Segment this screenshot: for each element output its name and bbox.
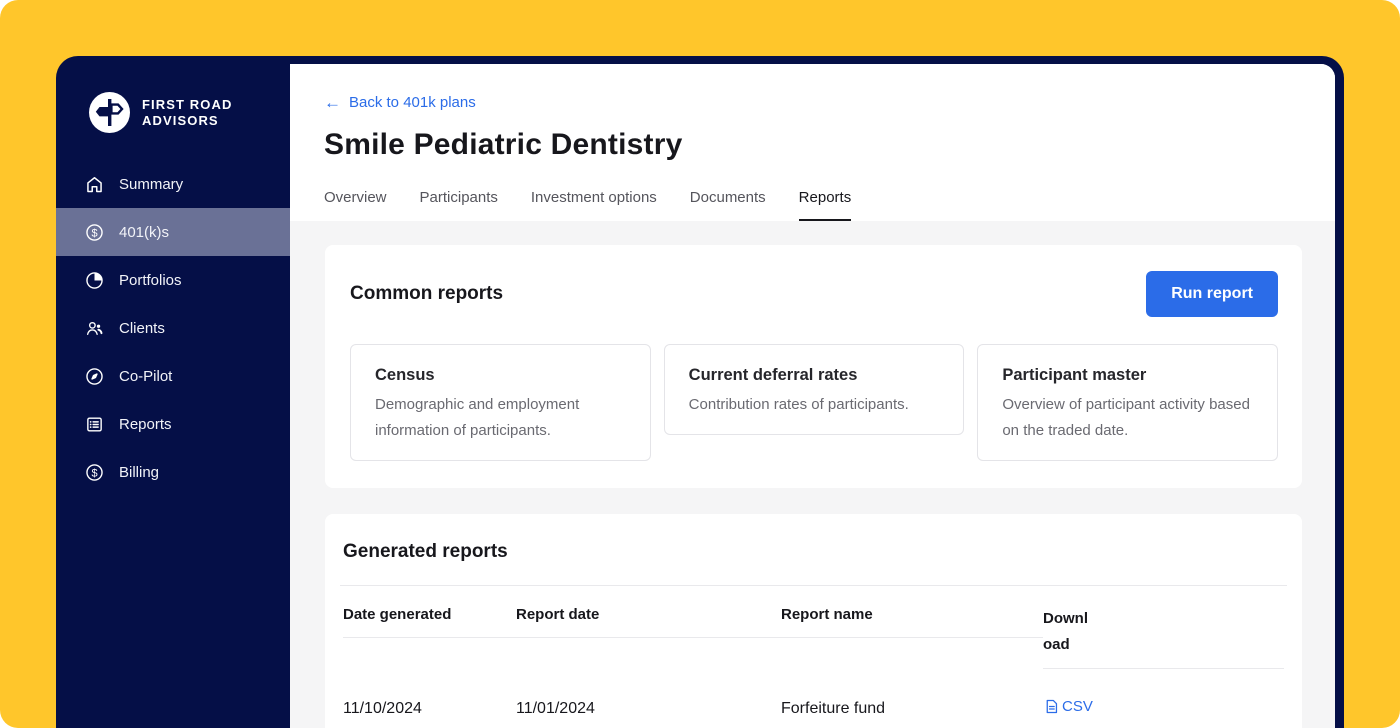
tab-overview[interactable]: Overview [324, 189, 387, 221]
back-arrow-icon: ← [324, 93, 341, 112]
report-card-title: Census [375, 366, 435, 384]
brand-name: FIRST ROAD ADVISORS [142, 97, 232, 129]
pie-chart-icon [86, 271, 103, 289]
report-card-description: Contribution rates of participants. [688, 396, 909, 413]
sidebar-item-401ks[interactable]: $ 401(k)s [56, 208, 290, 256]
column-header-report-date: Report date [516, 586, 781, 638]
report-card-participant-master[interactable]: Participant master Overview of participa… [977, 344, 1279, 461]
main-area: ← Back to 401k plans Smile Pediatric Den… [290, 64, 1335, 728]
column-header-download: Download [1043, 586, 1284, 669]
tab-participants[interactable]: Participants [420, 189, 498, 221]
brand-line2: ADVISORS [142, 112, 219, 128]
first-road-logo-icon [89, 92, 130, 133]
sidebar-item-clients[interactable]: Clients [56, 304, 290, 352]
cell-report-date: 11/01/2024 [516, 700, 595, 717]
common-reports-heading: Common reports [350, 283, 504, 304]
generated-reports-table: Date generated Report date Report name D… [340, 586, 1287, 728]
sidebar-item-label: Co-Pilot [119, 367, 173, 385]
csv-download-link[interactable]: CSV [1043, 698, 1093, 715]
sidebar-item-summary[interactable]: Summary [56, 160, 290, 208]
clients-icon [86, 321, 103, 335]
common-reports-panel: Common reports Run report Census Demogra… [325, 245, 1302, 488]
brand-line1: FIRST ROAD [142, 96, 233, 112]
app-screenshot: FIRST ROAD ADVISORS Summary $ 401(k)s Po… [0, 0, 1400, 728]
cell-date-generated: 11/10/2024 [343, 700, 422, 717]
column-header-date-generated: Date generated [343, 586, 516, 638]
app-window: FIRST ROAD ADVISORS Summary $ 401(k)s Po… [56, 56, 1344, 728]
report-card-description: Overview of participant activity based o… [1002, 396, 1250, 439]
sidebar-item-reports[interactable]: Reports [56, 400, 290, 448]
compass-icon [86, 367, 103, 385]
tab-investment-options[interactable]: Investment options [531, 189, 657, 221]
report-card-census[interactable]: Census Demographic and employment inform… [350, 344, 651, 461]
back-link[interactable]: ← Back to 401k plans [324, 94, 476, 111]
cell-download: CSV [1043, 669, 1284, 728]
home-icon [87, 176, 102, 192]
back-link-label: Back to 401k plans [349, 94, 476, 111]
generated-reports-heading: Generated reports [343, 541, 508, 562]
generated-reports-panel: Generated reports Date generated Report … [325, 514, 1302, 728]
page-header: ← Back to 401k plans Smile Pediatric Den… [290, 64, 1335, 221]
run-report-button[interactable]: Run report [1146, 271, 1278, 317]
sidebar-item-label: Reports [119, 415, 172, 433]
report-card-description: Demographic and employment information o… [375, 396, 580, 439]
dollar-circle-icon: $ [86, 463, 103, 481]
sidebar-item-copilot[interactable]: Co-Pilot [56, 352, 290, 400]
svg-text:$: $ [91, 467, 97, 479]
csv-link-label: CSV [1062, 698, 1093, 715]
list-icon [87, 417, 102, 431]
table-header-row: Date generated Report date Report name D… [343, 586, 1284, 669]
sidebar-item-label: Clients [119, 319, 165, 337]
report-card-current-deferral-rates[interactable]: Current deferral rates Contribution rate… [663, 344, 965, 435]
tab-reports[interactable]: Reports [798, 189, 852, 221]
document-icon [1046, 699, 1058, 714]
sidebar-item-label: Summary [119, 175, 184, 193]
content-area: Common reports Run report Census Demogra… [290, 221, 1335, 728]
column-header-report-name: Report name [781, 586, 1043, 638]
tab-documents[interactable]: Documents [690, 189, 766, 221]
sidebar-nav: Summary $ 401(k)s Portfolios Clients Co-… [56, 160, 290, 496]
sidebar-item-label: Billing [119, 463, 160, 481]
sidebar-item-billing[interactable]: $ Billing [56, 448, 290, 496]
svg-text:$: $ [91, 227, 97, 239]
report-card-list: Census Demographic and employment inform… [350, 344, 1279, 461]
page-title: Smile Pediatric Dentistry [324, 128, 683, 161]
sidebar: FIRST ROAD ADVISORS Summary $ 401(k)s Po… [56, 56, 290, 728]
sidebar-item-portfolios[interactable]: Portfolios [56, 256, 290, 304]
brand: FIRST ROAD ADVISORS [56, 56, 290, 133]
dollar-circle-icon: $ [86, 223, 103, 241]
tab-bar: Overview Participants Investment options… [324, 189, 1301, 221]
sidebar-item-label: 401(k)s [119, 223, 170, 241]
report-card-title: Current deferral rates [688, 366, 858, 384]
table-row: 11/10/2024 11/01/2024 Forfeiture fund CS… [343, 669, 1284, 728]
sidebar-item-label: Portfolios [119, 271, 182, 289]
cell-report-name: Forfeiture fund [781, 700, 886, 717]
report-card-title: Participant master [1002, 366, 1147, 384]
